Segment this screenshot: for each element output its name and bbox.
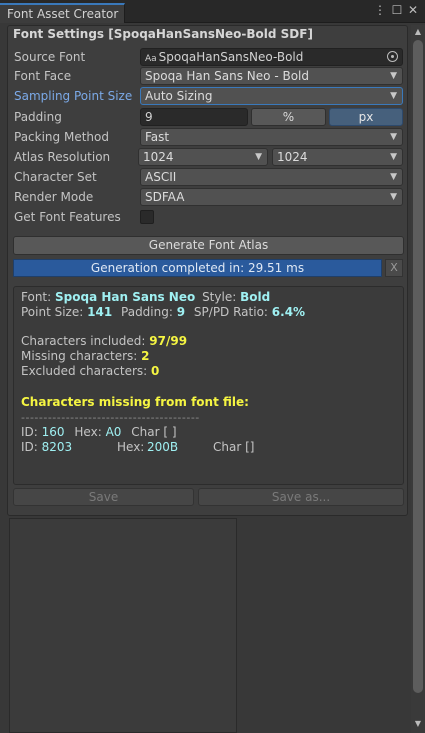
chevron-down-icon: ▼ [390,91,397,101]
font-info-line: Font: Spoqa Han Sans Neo Style: Bold [21,290,270,305]
source-font-value: SpoqaHanSansNeo-Bold [158,50,304,64]
font-info-label: Font: [21,290,52,304]
padding-percent-toggle[interactable]: % [251,108,326,126]
id-value: 8203 [41,440,73,454]
padding-info-label: Padding: [121,305,173,319]
get-font-features-checkbox[interactable] [140,210,154,224]
font-info-value: Spoqa Han Sans Neo [55,290,196,304]
missing-chars-divider: ---------------------------------------- [21,411,200,424]
atlas-preview-area [9,518,237,733]
chars-included-line: Characters included: 97/99 [21,334,187,349]
missing-chars-label: Missing characters: [21,349,138,363]
character-set-label: Character Set [14,170,97,184]
font-face-label: Font Face [14,69,72,83]
atlas-height-dropdown[interactable]: 1024 ▼ [272,148,403,166]
sampling-point-size-dropdown[interactable]: Auto Sizing ▼ [140,87,403,105]
chars-included-value: 97/99 [149,334,188,348]
scroll-down-icon[interactable]: ▼ [411,718,425,730]
point-size-info-value: 141 [87,305,113,319]
hex-label: Hex: [74,425,102,439]
excluded-chars-value: 0 [151,364,160,378]
chevron-down-icon: ▼ [255,152,262,162]
chevron-down-icon: ▼ [390,172,397,182]
scroll-up-icon[interactable]: ▲ [411,26,425,38]
cancel-generation-button[interactable]: X [385,259,403,277]
missing-chars-value: 2 [141,349,150,363]
chars-included-label: Characters included: [21,334,146,348]
excluded-chars-line: Excluded characters: 0 [21,364,159,379]
sampling-point-size-label: Sampling Point Size [14,89,133,103]
char-value: Char [] [213,440,255,454]
point-size-info-label: Point Size: [21,305,84,319]
font-face-dropdown[interactable]: Spoqa Han Sans Neo - Bold ▼ [140,67,403,85]
scrollbar-thumb[interactable] [413,40,423,693]
close-icon[interactable]: ✕ [407,3,419,17]
missing-char-row: ID: 160 Hex: A0 Char [ ] [21,425,261,440]
id-label: ID: [21,425,38,439]
render-mode-dropdown[interactable]: SDFAA ▼ [140,188,403,206]
char-value: Char [ ] [131,425,177,439]
chevron-down-icon: ▼ [390,71,397,81]
source-font-label: Source Font [14,50,86,64]
missing-chars-line: Missing characters: 2 [21,349,150,364]
atlas-resolution-label: Atlas Resolution [14,150,111,164]
style-info-value: Bold [240,290,271,304]
atlas-height-value: 1024 [277,150,308,164]
save-as-button[interactable]: Save as... [198,488,404,506]
id-label: ID: [21,440,38,454]
packing-method-value: Fast [145,130,170,144]
packing-method-dropdown[interactable]: Fast ▼ [140,128,403,146]
generate-font-atlas-button[interactable]: Generate Font Atlas [13,236,404,255]
tab-font-asset-creator[interactable]: Font Asset Creator [0,3,125,23]
padding-px-toggle[interactable]: px [329,108,403,126]
packing-method-label: Packing Method [14,130,109,144]
excluded-chars-label: Excluded characters: [21,364,148,378]
padding-label: Padding [14,110,62,124]
object-picker-icon[interactable] [387,51,398,62]
character-set-value: ASCII [145,170,177,184]
padding-input[interactable]: 9 [140,108,248,126]
get-font-features-label: Get Font Features [14,210,121,224]
hex-label: Hex: [117,440,145,454]
atlas-width-dropdown[interactable]: 1024 ▼ [138,148,268,166]
style-info-label: Style: [202,290,237,304]
more-menu-icon[interactable]: ⋮ [374,3,386,17]
maximize-icon[interactable]: ☐ [391,3,403,17]
chevron-down-icon: ▼ [390,152,397,162]
point-size-info-line: Point Size: 141 Padding: 9 SP/PD Ratio: … [21,305,305,320]
id-value: 160 [41,425,65,439]
padding-info-value: 9 [176,305,186,319]
font-settings-header: Font Settings [SpoqaHanSansNeo-Bold SDF] [13,27,313,41]
hex-value: 200B [147,440,179,454]
ratio-info-value: 6.4% [271,305,306,319]
source-font-field[interactable]: Aa SpoqaHanSansNeo-Bold [140,48,403,66]
font-asset-icon: Aa [145,54,157,64]
missing-char-row: ID: 8203 Hex: 200B Char [] [21,440,261,455]
chevron-down-icon: ▼ [390,192,397,202]
character-set-dropdown[interactable]: ASCII ▼ [140,168,403,186]
missing-chars-header: Characters missing from font file: [21,395,249,409]
hex-value: A0 [105,425,122,439]
font-face-value: Spoqa Han Sans Neo - Bold [145,69,309,83]
generation-progress-bar: Generation completed in: 29.51 ms [13,259,382,277]
render-mode-label: Render Mode [14,190,94,204]
ratio-info-label: SP/PD Ratio: [193,305,268,319]
atlas-width-value: 1024 [143,150,174,164]
save-button[interactable]: Save [13,488,194,506]
chevron-down-icon: ▼ [390,132,397,142]
render-mode-value: SDFAA [145,190,185,204]
sampling-point-size-value: Auto Sizing [145,89,213,103]
